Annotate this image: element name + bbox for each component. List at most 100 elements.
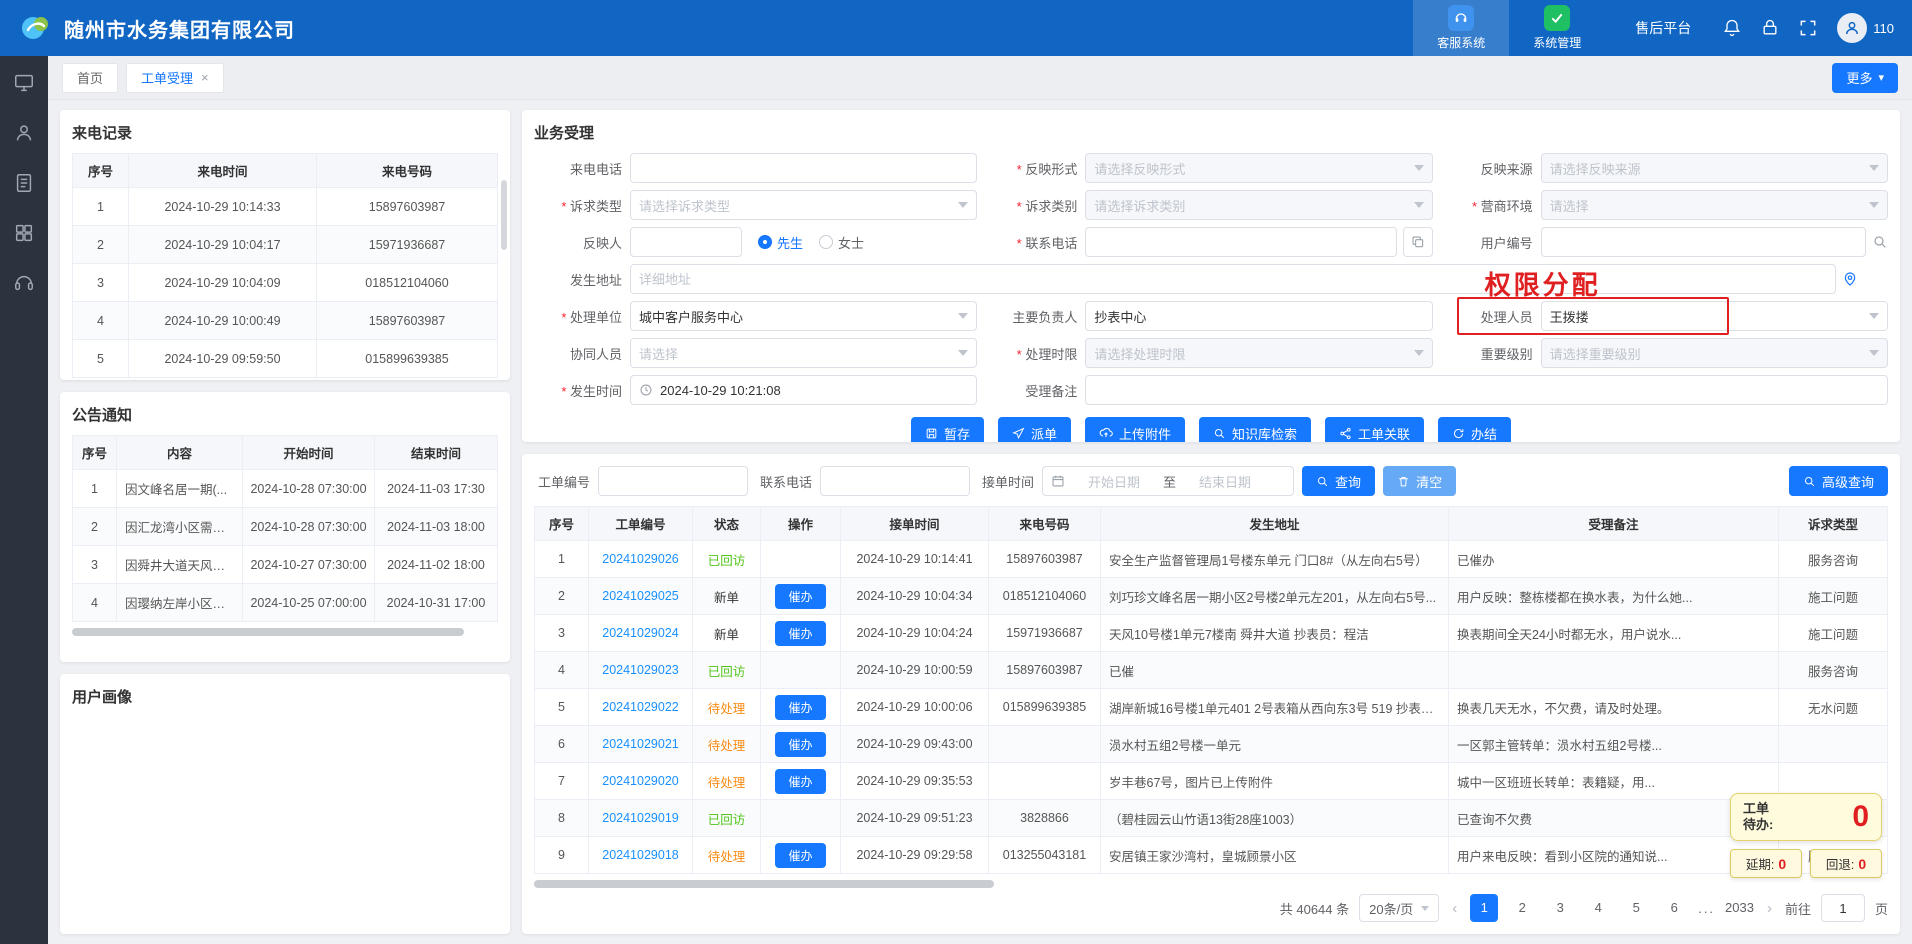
bell-icon[interactable] [1722, 18, 1742, 38]
reflect-form-select[interactable]: 请选择反映形式 [1085, 153, 1432, 183]
kb-search-button[interactable]: 知识库检索 [1199, 417, 1311, 442]
time-limit-select[interactable]: 请选择处理时限 [1085, 338, 1432, 368]
call-record-row[interactable]: 42024-10-29 10:00:4915897603987 [73, 302, 498, 340]
appeal-category-select[interactable]: 请选择诉求类别 [1085, 190, 1432, 220]
order-id-link[interactable]: 20241029019 [602, 811, 678, 825]
tab-close-icon[interactable]: × [201, 70, 209, 85]
page-number[interactable]: 1 [1470, 894, 1498, 922]
draft-button[interactable]: 暂存 [911, 417, 984, 442]
announcement-row[interactable]: 3因舜井大道天风小...2024-10-27 07:30:002024-11-0… [73, 546, 498, 584]
rollback-chip[interactable]: 回退:0 [1810, 849, 1882, 878]
call-record-row[interactable]: 32024-10-29 10:04:09018512104060 [73, 264, 498, 302]
headset-icon[interactable] [13, 272, 35, 294]
radio-mr[interactable]: 先生 [758, 233, 803, 252]
announcement-row[interactable]: 1因文峰名居一期(...2024-10-28 07:30:002024-11-0… [73, 470, 498, 508]
announcements-title: 公告通知 [72, 404, 498, 425]
copy-icon[interactable] [1403, 227, 1433, 257]
main-leader-input[interactable] [1085, 301, 1432, 331]
address-input[interactable] [630, 264, 1836, 294]
advanced-search-button[interactable]: 高级查询 [1789, 466, 1888, 496]
date-range-picker[interactable]: 开始日期 至 结束日期 [1042, 466, 1294, 496]
order-id-link[interactable]: 20241029024 [602, 626, 678, 640]
call-record-row[interactable]: 52024-10-29 09:59:50015899639385 [73, 340, 498, 378]
horizontal-scrollbar[interactable] [72, 628, 498, 636]
remark-input[interactable] [1085, 375, 1888, 405]
page-size-select[interactable]: 20条/页 [1359, 894, 1439, 922]
importance-select[interactable]: 请选择重要级别 [1541, 338, 1888, 368]
tab-home[interactable]: 首页 [62, 63, 118, 93]
tab-work-order[interactable]: 工单受理 × [126, 63, 224, 93]
delay-chip[interactable]: 延期:0 [1730, 849, 1802, 878]
order-no-query-input[interactable] [598, 466, 748, 496]
lock-icon[interactable] [1760, 18, 1780, 38]
urge-button[interactable]: 催办 [775, 769, 825, 794]
order-id-link[interactable]: 20241029023 [602, 663, 678, 677]
appeal-type-select[interactable]: 请选择诉求类型 [630, 190, 977, 220]
co-handler-select[interactable]: 请选择 [630, 338, 977, 368]
horizontal-scrollbar[interactable] [534, 880, 1888, 886]
page-number-last[interactable]: 2033 [1725, 894, 1754, 922]
search-button[interactable]: 查询 [1302, 466, 1375, 496]
location-pin-icon[interactable] [1842, 271, 1858, 287]
page-number[interactable]: 2 [1508, 894, 1536, 922]
urge-button[interactable]: 催办 [775, 621, 825, 646]
col-header: 来电号码 [317, 154, 498, 188]
goto-page-input[interactable] [1821, 894, 1865, 922]
reflect-source-select[interactable]: 请选择反映来源 [1541, 153, 1888, 183]
urge-button[interactable]: 催办 [775, 843, 825, 868]
user-no-input[interactable] [1541, 227, 1866, 257]
page-number[interactable]: 3 [1546, 894, 1574, 922]
urge-button[interactable]: 催办 [775, 695, 825, 720]
aftersale-platform-link[interactable]: 售后平台 [1635, 18, 1691, 38]
workbench-icon[interactable] [13, 72, 35, 94]
document-icon[interactable] [13, 172, 35, 194]
page-number[interactable]: 5 [1622, 894, 1650, 922]
finish-button[interactable]: 办结 [1438, 417, 1511, 442]
phone-query-input[interactable] [820, 466, 970, 496]
cell-action [761, 652, 841, 689]
order-id-link[interactable]: 20241029021 [602, 737, 678, 751]
prev-page-arrow[interactable]: ‹ [1449, 900, 1460, 917]
next-page-arrow[interactable]: › [1764, 900, 1775, 917]
cell-no: 4 [73, 584, 117, 622]
page-number[interactable]: 4 [1584, 894, 1612, 922]
link-order-button[interactable]: 工单关联 [1325, 417, 1424, 442]
page-number[interactable]: 6 [1660, 894, 1688, 922]
search-icon[interactable] [1872, 234, 1888, 250]
cell-start: 2024-10-28 07:30:00 [243, 470, 375, 508]
admin-system-icon [1544, 5, 1570, 31]
announcement-row[interactable]: 2因汇龙湾小区需水...2024-10-28 07:30:002024-11-0… [73, 508, 498, 546]
page-ellipsis[interactable]: ... [1698, 901, 1715, 916]
fullscreen-icon[interactable] [1798, 18, 1818, 38]
more-button[interactable]: 更多 ▾ [1832, 63, 1898, 93]
order-id-link[interactable]: 20241029022 [602, 700, 678, 714]
dispatch-button[interactable]: 派单 [998, 417, 1071, 442]
order-id-link[interactable]: 20241029025 [602, 589, 678, 603]
contact-phone-input[interactable] [1085, 227, 1396, 257]
occur-time-input[interactable]: 2024-10-29 10:21:08 [630, 375, 977, 405]
announcement-row[interactable]: 4因璎纳左岸小区水...2024-10-25 07:00:002024-10-3… [73, 584, 498, 622]
business-env-select[interactable]: 请选择 [1541, 190, 1888, 220]
apps-grid-icon[interactable] [13, 222, 35, 244]
reporter-input[interactable] [630, 227, 742, 257]
delay-count: 0 [1778, 856, 1786, 872]
user-avatar[interactable] [1837, 13, 1867, 43]
urge-button[interactable]: 催办 [775, 584, 825, 609]
upload-attachment-button[interactable]: 上传附件 [1085, 417, 1185, 442]
order-id-link[interactable]: 20241029020 [602, 774, 678, 788]
handle-unit-select[interactable]: 城中客户服务中心 [630, 301, 977, 331]
vertical-scrollbar[interactable] [501, 180, 507, 250]
todo-widget[interactable]: 工单 待办: 0 延期:0 回退:0 [1730, 793, 1882, 878]
order-id-link[interactable]: 20241029026 [602, 552, 678, 566]
nav-service-system[interactable]: 客服系统 [1413, 0, 1509, 56]
nav-admin-system[interactable]: 系统管理 [1509, 0, 1605, 56]
call-record-row[interactable]: 22024-10-29 10:04:1715971936687 [73, 226, 498, 264]
customer-icon[interactable] [13, 122, 35, 144]
urge-button[interactable]: 催办 [775, 732, 825, 757]
clear-button[interactable]: 清空 [1383, 466, 1456, 496]
radio-ms[interactable]: 女士 [819, 233, 864, 252]
handler-select[interactable]: 王拨搂 [1541, 301, 1888, 331]
order-id-link[interactable]: 20241029018 [602, 848, 678, 862]
call-record-row[interactable]: 12024-10-29 10:14:3315897603987 [73, 188, 498, 226]
call-phone-input[interactable] [630, 153, 977, 183]
